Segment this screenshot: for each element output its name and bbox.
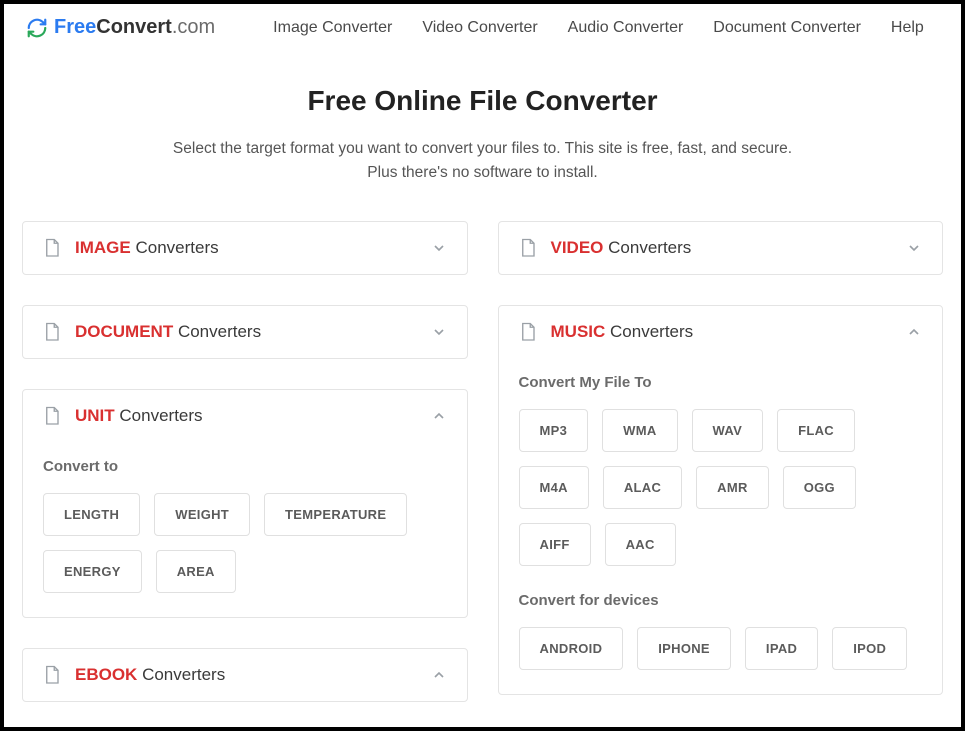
- panel-ebook-title: EBOOK Converters: [75, 665, 417, 685]
- main-nav: Image Converter Video Converter Audio Co…: [273, 19, 924, 37]
- chip-temperature[interactable]: TEMPERATURE: [264, 493, 407, 536]
- chip-aiff[interactable]: AIFF: [519, 523, 591, 566]
- panel-unit-title: UNIT Converters: [75, 406, 417, 426]
- panel-document-header[interactable]: DOCUMENT Converters: [23, 306, 467, 358]
- panel-unit-body: Convert to LENGTH WEIGHT TEMPERATURE ENE…: [23, 442, 467, 617]
- file-icon: [43, 665, 61, 685]
- file-icon: [43, 322, 61, 342]
- panel-music-title: MUSIC Converters: [551, 322, 893, 342]
- chevron-up-icon: [431, 408, 447, 424]
- logo-refresh-icon: [26, 17, 48, 39]
- chip-m4a[interactable]: M4A: [519, 466, 589, 509]
- panel-video-header[interactable]: VIDEO Converters: [499, 222, 943, 274]
- chip-flac[interactable]: FLAC: [777, 409, 855, 452]
- file-icon: [519, 238, 537, 258]
- music-formats-label: Convert My File To: [519, 374, 923, 391]
- panel-image-header[interactable]: IMAGE Converters: [23, 222, 467, 274]
- nav-document-converter[interactable]: Document Converter: [713, 19, 861, 37]
- nav-image-converter[interactable]: Image Converter: [273, 19, 392, 37]
- panel-document-title: DOCUMENT Converters: [75, 322, 417, 342]
- chip-ipad[interactable]: IPAD: [745, 627, 818, 670]
- chip-mp3[interactable]: MP3: [519, 409, 589, 452]
- nav-help[interactable]: Help: [891, 19, 924, 37]
- header: FreeConvert.com Image Converter Video Co…: [4, 4, 961, 51]
- nav-audio-converter[interactable]: Audio Converter: [568, 19, 684, 37]
- page-title: Free Online File Converter: [24, 85, 941, 117]
- logo-text-convert: Convert: [96, 16, 172, 38]
- panel-image: IMAGE Converters: [22, 221, 468, 275]
- panel-video-title: VIDEO Converters: [551, 238, 893, 258]
- music-device-chips: ANDROID IPHONE IPAD IPOD: [519, 627, 923, 670]
- panel-unit-header[interactable]: UNIT Converters: [23, 390, 467, 442]
- panel-document: DOCUMENT Converters: [22, 305, 468, 359]
- chip-energy[interactable]: ENERGY: [43, 550, 142, 593]
- chip-iphone[interactable]: IPHONE: [637, 627, 731, 670]
- panel-music-body: Convert My File To MP3 WMA WAV FLAC M4A …: [499, 358, 943, 694]
- converter-grid: IMAGE Converters DOCUMENT Converters: [4, 221, 961, 722]
- chip-ipod[interactable]: IPOD: [832, 627, 907, 670]
- chevron-up-icon: [431, 667, 447, 683]
- logo-text-free: Free: [54, 16, 96, 38]
- chip-amr[interactable]: AMR: [696, 466, 769, 509]
- chip-ogg[interactable]: OGG: [783, 466, 856, 509]
- panel-music-header[interactable]: MUSIC Converters: [499, 306, 943, 358]
- unit-chips: LENGTH WEIGHT TEMPERATURE ENERGY AREA: [43, 493, 447, 593]
- chip-alac[interactable]: ALAC: [603, 466, 682, 509]
- file-icon: [519, 322, 537, 342]
- unit-section-label: Convert to: [43, 458, 447, 475]
- hero-subtitle-line1: Select the target format you want to con…: [24, 137, 941, 161]
- chevron-down-icon: [431, 240, 447, 256]
- file-icon: [43, 238, 61, 258]
- chevron-down-icon: [906, 240, 922, 256]
- logo[interactable]: FreeConvert.com: [26, 16, 215, 39]
- chip-wav[interactable]: WAV: [692, 409, 764, 452]
- panel-image-title: IMAGE Converters: [75, 238, 417, 258]
- chevron-up-icon: [906, 324, 922, 340]
- panel-video: VIDEO Converters: [498, 221, 944, 275]
- panel-unit: UNIT Converters Convert to LENGTH WEIGHT…: [22, 389, 468, 618]
- right-column: VIDEO Converters MUSIC Converters: [498, 221, 944, 695]
- music-format-chips: MP3 WMA WAV FLAC M4A ALAC AMR OGG AIFF A…: [519, 409, 923, 566]
- panel-music: MUSIC Converters Convert My File To MP3 …: [498, 305, 944, 695]
- chip-android[interactable]: ANDROID: [519, 627, 624, 670]
- hero-subtitle-line2: Plus there's no software to install.: [24, 161, 941, 185]
- nav-video-converter[interactable]: Video Converter: [422, 19, 537, 37]
- chip-weight[interactable]: WEIGHT: [154, 493, 250, 536]
- logo-text-com: .com: [172, 16, 215, 38]
- chip-length[interactable]: LENGTH: [43, 493, 140, 536]
- music-devices-label: Convert for devices: [519, 592, 923, 609]
- chip-wma[interactable]: WMA: [602, 409, 677, 452]
- file-icon: [43, 406, 61, 426]
- panel-ebook: EBOOK Converters: [22, 648, 468, 702]
- left-column: IMAGE Converters DOCUMENT Converters: [22, 221, 468, 702]
- hero: Free Online File Converter Select the ta…: [4, 51, 961, 221]
- chip-area[interactable]: AREA: [156, 550, 236, 593]
- chevron-down-icon: [431, 324, 447, 340]
- chip-aac[interactable]: AAC: [605, 523, 676, 566]
- panel-ebook-header[interactable]: EBOOK Converters: [23, 649, 467, 701]
